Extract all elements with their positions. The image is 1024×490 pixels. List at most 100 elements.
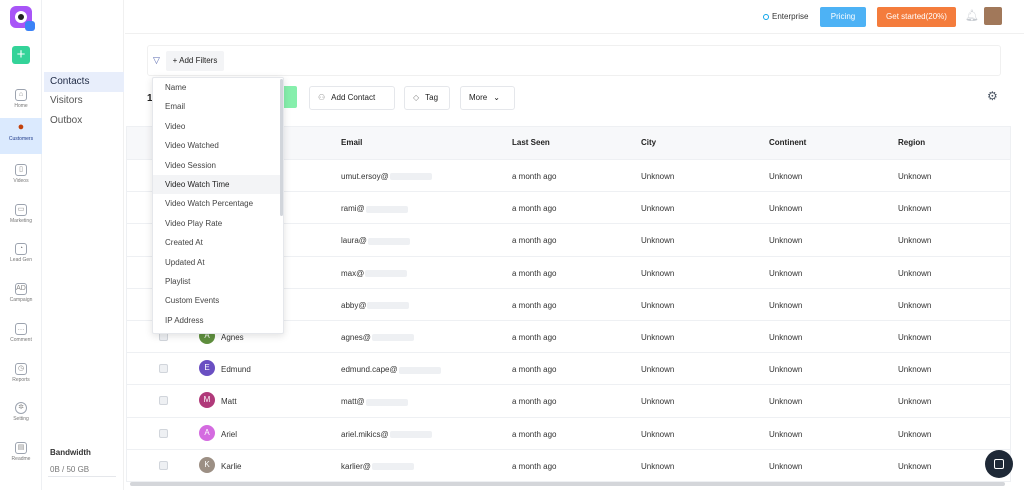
row-checkbox[interactable] [159,396,168,406]
cell-continent: Unknown [769,429,803,439]
table-row[interactable]: K Karlie karlier@ a month ago Unknown Unknown… [127,448,1010,481]
nav-label: Videos [13,178,29,184]
create-button[interactable]: + [12,46,30,64]
more-dropdown[interactable]: More ⌄ [460,86,515,110]
primary-action-button[interactable] [282,86,297,108]
dropdown-option[interactable]: Name [153,78,283,97]
icon-rail: + ⌂ Home ● Customers ▯ Videos ▭ Marketin… [0,0,42,490]
nav-lead-gen[interactable]: ◔ Lead Gen [0,239,42,275]
pricing-button[interactable]: Pricing [820,7,866,27]
header-email[interactable]: Email [341,138,362,147]
dropdown-option[interactable]: Email [153,97,283,116]
cell-region: Unknown [898,172,932,181]
nav-label: Comment [10,337,32,343]
nav-marketing[interactable]: ▭ Marketing [0,200,42,236]
cell-city: Unknown [641,300,675,310]
nav-readme[interactable]: ▤ Readme [0,438,42,474]
contact-name[interactable]: Edmund [221,365,251,374]
user-avatar[interactable] [984,7,1002,25]
get-started-button[interactable]: Get started(20%) [877,7,956,27]
mail-icon: ▭ [15,204,27,216]
email-redacted [365,205,408,213]
bell-icon[interactable]: 🔔︎ [965,10,979,22]
email-text: edmund.cape@ [341,365,398,375]
email-text: abby@ [341,300,367,310]
filter-field-dropdown: Name Email Video Video Watched Video Session… [152,77,284,334]
book-icon: ▤ [15,442,27,454]
contact-name[interactable]: Agnes [221,333,244,342]
cell-last-seen: a month ago [512,461,557,471]
dropdown-option[interactable]: Video Watch Percentage [153,194,283,213]
nav-label: Lead Gen [10,257,32,263]
email-text: matt@ [341,397,365,407]
dropdown-option[interactable]: Video [153,117,283,136]
cell-email: umut.ersoy@ [341,172,432,181]
user-plus-icon: ⚇ [318,93,326,102]
submenu-item-contacts[interactable]: Contacts [44,72,124,92]
cell-continent: Unknown [769,204,803,214]
contact-name[interactable]: Karlie [221,462,241,471]
dropdown-scrollbar[interactable] [280,79,283,216]
app-logo[interactable] [10,6,35,31]
nav-label: Marketing [10,218,32,224]
table-settings-gear-icon[interactable]: ⚙ [987,89,998,103]
dropdown-option[interactable]: Video Watched [153,136,283,155]
contact-avatar: K [199,456,215,473]
table-row[interactable]: M Matt matt@ a month ago Unknown Unknown Unkno… [127,384,1010,416]
cell-last-seen: a month ago [512,236,557,246]
nav-comment[interactable]: … Comment [0,319,42,355]
cell-region: Unknown [898,461,932,471]
header-continent[interactable]: Continent [769,138,806,147]
dropdown-option[interactable]: IP Address [153,311,283,330]
dropdown-option[interactable]: Video Session [153,156,283,175]
row-checkbox[interactable] [159,364,168,374]
user-icon: ● [17,121,25,133]
cell-last-seen: a month ago [512,429,557,439]
cell-email: agnes@ [341,333,414,342]
dropdown-option[interactable]: Created At [153,233,283,252]
cell-region: Unknown [898,268,932,278]
contact-name[interactable]: Matt [221,397,237,406]
header-last-seen[interactable]: Last Seen [512,138,550,147]
nav-home[interactable]: ⌂ Home [0,85,42,121]
add-contact-button[interactable]: ⚇ Add Contact [309,86,395,110]
tag-button[interactable]: ◇ Tag [404,86,450,110]
header-city[interactable]: City [641,138,656,147]
cell-email: edmund.cape@ [341,365,441,374]
dropdown-option[interactable]: Playlist [153,272,283,291]
add-contact-label: Add Contact [331,93,376,102]
row-checkbox[interactable] [159,460,168,470]
dropdown-option[interactable]: Video Play Rate [153,214,283,233]
email-text: max@ [341,268,365,278]
table-row[interactable]: A Ariel ariel.mikics@ a month ago Unknown Unk… [127,416,1010,449]
submenu-item-visitors[interactable]: Visitors [44,91,124,111]
submenu-item-outbox[interactable]: Outbox [44,111,124,131]
plan-indicator: Enterprise [763,12,808,21]
email-text: laura@ [341,236,367,246]
gear-icon: ✲ [15,402,27,414]
nav-customers[interactable]: ● Customers [0,118,42,154]
nav-reports[interactable]: ◷ Reports [0,359,42,395]
table-row[interactable]: E Edmund edmund.cape@ a month ago Unknown Unk… [127,352,1010,384]
nav-campaign[interactable]: AD Campaign [0,279,42,315]
email-redacted [389,173,432,181]
nav-setting[interactable]: ✲ Setting [0,398,42,434]
cell-city: Unknown [641,365,675,375]
dropdown-option[interactable]: Updated At [153,253,283,272]
cell-last-seen: a month ago [512,333,557,342]
cell-city: Unknown [641,429,675,439]
contact-name[interactable]: Ariel [221,430,237,439]
header-region[interactable]: Region [898,138,925,147]
cell-email: max@ [341,268,408,278]
cell-continent: Unknown [769,397,803,407]
row-checkbox[interactable] [159,428,168,438]
add-filters-button[interactable]: + Add Filters [166,51,224,71]
nav-videos[interactable]: ▯ Videos [0,160,42,196]
dropdown-option[interactable]: Custom Events [153,291,283,310]
cell-email: matt@ [341,397,408,406]
chat-launcher-button[interactable] [985,450,1013,478]
dropdown-option[interactable]: Video Watch Time [153,175,283,194]
cell-last-seen: a month ago [512,365,557,375]
filter-icon: ▽ [153,55,160,65]
horizontal-scrollbar[interactable] [130,482,1005,486]
